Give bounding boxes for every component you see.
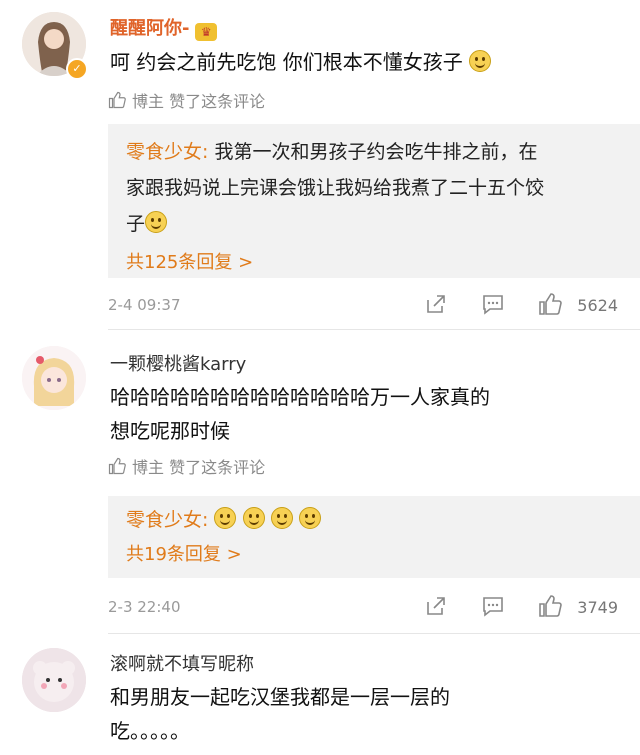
- reply-text: 零食少女: 我第一次和男孩子约会吃牛排之前，在: [126, 134, 622, 170]
- verified-badge-icon: ✓: [66, 58, 88, 80]
- author-liked-note: 博主 赞了这条评论: [108, 88, 265, 112]
- comment-meta: 2-4 09:37 5624: [108, 290, 640, 320]
- comment-text-line2: 想吃呢那时候: [110, 419, 230, 443]
- reply-text-line1: 我第一次和男孩子约会吃牛排之前，在: [208, 141, 538, 163]
- comment-text: 呵 约会之前先吃饱 你们根本不懂女孩子: [110, 45, 620, 79]
- reply-text-line3: 子: [126, 206, 622, 242]
- comment-timestamp: 2-3 22:40: [108, 598, 181, 616]
- comment-username[interactable]: 醒醒阿你- ♛: [110, 14, 218, 41]
- thumbs-up-icon[interactable]: [538, 594, 562, 618]
- comment-item: 一颗樱桃酱karry 哈哈哈哈哈哈哈哈哈哈哈哈哈万一人家真的 想吃呢那时候 博主…: [0, 330, 640, 634]
- smile-emoji-icon: [214, 507, 237, 529]
- avatar[interactable]: [22, 346, 86, 410]
- reply-author[interactable]: 零食少女:: [126, 509, 208, 531]
- comment-item: ✓ 醒醒阿你- ♛ 呵 约会之前先吃饱 你们根本不懂女孩子 博主 赞了这条评论 …: [0, 0, 640, 330]
- smile-emoji-icon: [242, 507, 265, 529]
- smile-emoji-icon: [469, 50, 492, 72]
- comment-text-content: 呵 约会之前先吃饱 你们根本不懂女孩子: [110, 50, 463, 74]
- thumbs-up-icon[interactable]: [538, 292, 562, 316]
- like-count: 3749: [577, 598, 618, 617]
- reply-preview[interactable]: 零食少女: 共19条回复 >: [108, 496, 640, 578]
- comment-username[interactable]: 一颗樱桃酱karry: [110, 350, 246, 376]
- comment-text: 和男朋友一起吃汉堡我都是一层一层的 吃。。。。。: [110, 680, 620, 748]
- thumbs-up-icon: [108, 91, 126, 109]
- author-liked-note: 博主 赞了这条评论: [108, 454, 265, 478]
- crown-icon: ♛: [195, 23, 218, 41]
- avatar[interactable]: [22, 648, 86, 712]
- comment-meta: 2-3 22:40 3749: [108, 592, 640, 622]
- reply-preview[interactable]: 零食少女: 我第一次和男孩子约会吃牛排之前，在 家跟我妈说上完课会饿让我妈给我煮…: [108, 124, 640, 278]
- smile-emoji-icon: [145, 211, 168, 233]
- thumbs-up-icon: [108, 457, 126, 475]
- reply-author[interactable]: 零食少女:: [126, 141, 208, 163]
- view-replies-link[interactable]: 共125条回复 >: [126, 248, 622, 274]
- reply-text-line3-content: 子: [126, 213, 146, 235]
- comment-icon[interactable]: [481, 594, 505, 618]
- like-count: 5624: [577, 296, 618, 315]
- comment-item: 滚啊就不填写昵称 和男朋友一起吃汉堡我都是一层一层的 吃。。。。。: [0, 634, 640, 755]
- reply-text: 零食少女:: [126, 502, 622, 538]
- comment-icon[interactable]: [481, 292, 505, 316]
- comment-text-line1: 和男朋友一起吃汉堡我都是一层一层的: [110, 685, 450, 709]
- reply-text-line2: 家跟我妈说上完课会饿让我妈给我煮了二十五个饺: [126, 177, 545, 199]
- username-text[interactable]: 醒醒阿你-: [110, 18, 189, 39]
- liked-label: 博主 赞了这条评论: [132, 458, 266, 477]
- share-icon[interactable]: [424, 594, 448, 618]
- comment-timestamp: 2-4 09:37: [108, 296, 181, 314]
- comment-text: 哈哈哈哈哈哈哈哈哈哈哈哈哈万一人家真的 想吃呢那时候: [110, 380, 620, 448]
- share-icon[interactable]: [424, 292, 448, 316]
- smile-emoji-icon: [270, 507, 293, 529]
- view-replies-link[interactable]: 共19条回复 >: [126, 540, 622, 566]
- comment-text-line2: 吃。。。。。: [110, 719, 190, 743]
- comment-text-line1: 哈哈哈哈哈哈哈哈哈哈哈哈哈万一人家真的: [110, 385, 490, 409]
- comment-username[interactable]: 滚啊就不填写昵称: [110, 650, 254, 676]
- smile-emoji-icon: [298, 507, 321, 529]
- liked-label: 博主 赞了这条评论: [132, 92, 266, 111]
